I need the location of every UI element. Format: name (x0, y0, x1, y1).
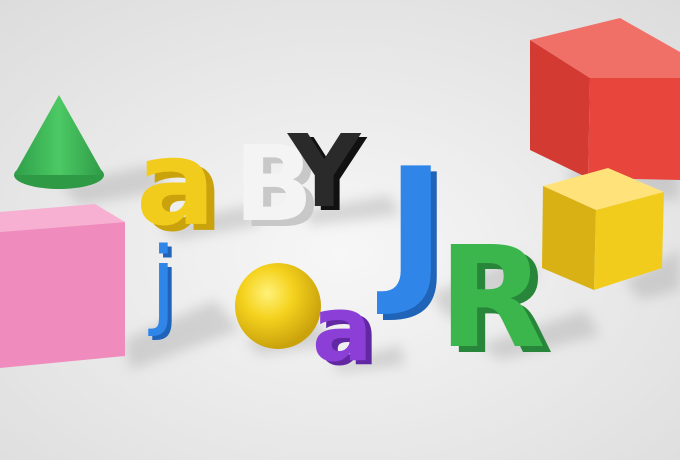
pink-cube (0, 204, 125, 368)
green-letter-r: R R (438, 217, 554, 386)
scene-letter: J (377, 133, 446, 320)
yellow-sphere (235, 263, 321, 349)
scene-letter: R (438, 217, 546, 380)
black-letter-y: Y Y (287, 113, 368, 234)
red-cube (530, 18, 680, 180)
scene-letter: Y (287, 113, 362, 230)
blue-letter-j-small: j j (148, 227, 181, 343)
yellow-cube (542, 168, 664, 290)
scene-canvas: a a j j B B Y Y J J R R a a (0, 0, 680, 460)
scene-letter: a (312, 277, 373, 382)
purple-letter-a: a a (312, 277, 379, 386)
scene-letter: j (148, 227, 177, 339)
toy-scene: a a j j B B Y Y J J R R a a (0, 0, 680, 460)
